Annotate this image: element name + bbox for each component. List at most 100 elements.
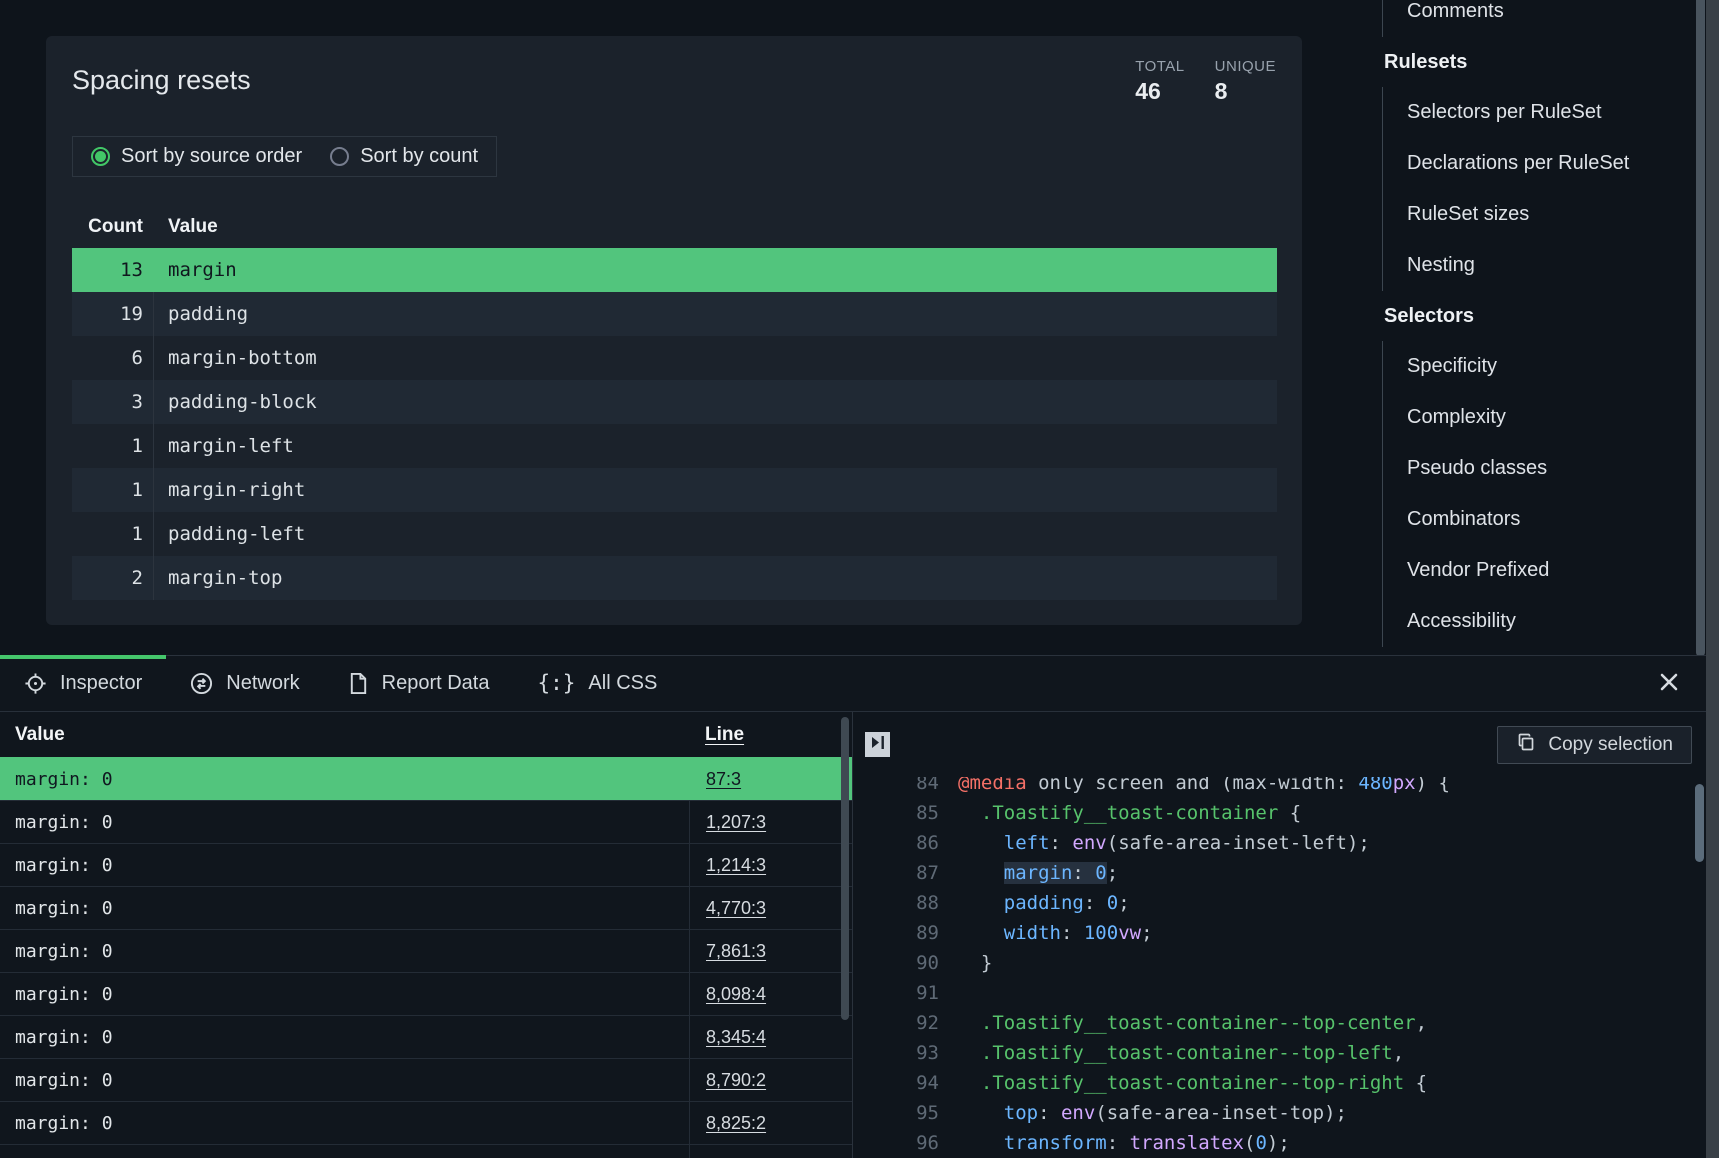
tab-report-data[interactable]: Report Data — [324, 656, 514, 711]
close-panel-button[interactable] — [1654, 669, 1684, 699]
sidebar-section-header-selectors[interactable]: Selectors — [1360, 291, 1695, 341]
sidebar-item-vendor-prefixed[interactable]: Vendor Prefixed — [1383, 545, 1695, 596]
line-number: 84 — [853, 777, 939, 798]
inspector-table-scrollbar[interactable] — [841, 717, 849, 1020]
code-token: : — [1038, 1102, 1061, 1124]
spacing-count-cell: 1 — [72, 479, 143, 501]
line-number: 91 — [853, 978, 939, 1008]
line-number: 90 — [853, 948, 939, 978]
sidebar-item-group: Selectors per RuleSetDeclarations per Ru… — [1382, 87, 1695, 291]
inspector-row[interactable]: margin: 08,098:4 — [0, 972, 852, 1015]
sidebar-item-pseudo-classes[interactable]: Pseudo classes — [1383, 443, 1695, 494]
spacing-value-cell: padding-block — [153, 380, 1277, 424]
code-token: ); — [1267, 1132, 1290, 1154]
tab-inspector[interactable]: Inspector — [0, 656, 166, 711]
inspector-line-column-header[interactable]: Line — [705, 724, 744, 746]
sidebar-group: Comments — [1360, 0, 1695, 37]
inspector-value-cell: margin: 0 — [0, 758, 689, 800]
spacing-count-cell: 19 — [72, 303, 143, 325]
code-token: (safe-area-inset-left); — [1107, 832, 1370, 854]
code-line-96: 96 transform: translatex(0); — [853, 1128, 1706, 1158]
line-number: 92 — [853, 1008, 939, 1038]
spacing-row-margin-left[interactable]: 1margin-left — [72, 424, 1277, 468]
sidebar-scrollbar[interactable] — [1696, 0, 1705, 657]
line-link[interactable]: 1,207:3 — [706, 812, 766, 833]
inspector-row[interactable]: margin: 01,207:3 — [0, 800, 852, 843]
code-token: left — [1004, 832, 1050, 854]
line-link[interactable]: 8,098:4 — [706, 984, 766, 1005]
inspector-row[interactable]: margin: 0 4,770:3 — [0, 886, 852, 929]
code-token: : — [1050, 832, 1073, 854]
stat-total: TOTAL 46 — [1135, 58, 1184, 105]
code-token: ( — [1244, 1132, 1255, 1154]
sidebar-section-header-rulesets[interactable]: Rulesets — [1360, 37, 1695, 87]
card-stats: TOTAL 46 UNIQUE 8 — [1135, 58, 1276, 105]
inspector-row[interactable]: margin: 07,861:3 — [0, 929, 852, 972]
copy-selection-button[interactable]: Copy selection — [1497, 726, 1692, 764]
stat-unique: UNIQUE 8 — [1215, 58, 1276, 105]
sidebar-item-accessibility[interactable]: Accessibility — [1383, 596, 1695, 647]
inspector-row[interactable]: margin: 08,825:2 — [0, 1101, 852, 1144]
spacing-row-padding[interactable]: 19padding — [72, 292, 1277, 336]
inspector-line-cell — [689, 1145, 852, 1158]
sort-by-count-radio[interactable]: Sort by count — [330, 145, 478, 168]
code-token: transform — [1004, 1132, 1107, 1154]
code-scrollbar[interactable] — [1695, 784, 1704, 862]
spacing-row-margin[interactable]: 13margin — [72, 248, 1277, 292]
code-token: { — [1404, 1072, 1427, 1094]
spacing-count-cell: 2 — [72, 567, 143, 589]
code-token: (safe-area-inset-top); — [1095, 1102, 1347, 1124]
sidebar-item-complexity[interactable]: Complexity — [1383, 392, 1695, 443]
code-token: : — [1107, 1132, 1130, 1154]
spacing-value-cell: margin-bottom — [153, 336, 1277, 380]
sidebar-item-comments[interactable]: Comments — [1383, 0, 1695, 37]
line-link[interactable]: 7,861:3 — [706, 941, 766, 962]
inspector-row[interactable]: margin: 08,790:2 — [0, 1058, 852, 1101]
code-token: : — [1072, 862, 1095, 884]
code-token: .Toastify__toast-container--top-left — [981, 1042, 1393, 1064]
code-token — [958, 832, 1004, 854]
code-viewer: Copy selection 84@media only screen and … — [853, 712, 1706, 1158]
tab-network[interactable]: Network — [166, 656, 323, 711]
inspector-line-cell: 87:3 — [689, 758, 852, 800]
code-token — [958, 1012, 981, 1034]
line-link[interactable]: 8,790:2 — [706, 1070, 766, 1091]
code-token — [958, 862, 1004, 884]
transfer-icon — [190, 672, 213, 695]
line-link[interactable]: 8,825:2 — [706, 1113, 766, 1134]
window-scrollbar[interactable] — [1706, 0, 1719, 1158]
spacing-row-margin-bottom[interactable]: 6margin-bottom — [72, 336, 1277, 380]
spacing-row-padding-block[interactable]: 3padding-block — [72, 380, 1277, 424]
expand-panel-button[interactable] — [865, 732, 890, 757]
sort-by-source-order-radio[interactable]: Sort by source order — [91, 145, 302, 168]
spacing-row-margin-right[interactable]: 1margin-right — [72, 468, 1277, 512]
tab-all-css[interactable]: {:}All CSS — [513, 656, 681, 711]
line-number: 87 — [853, 858, 939, 888]
sidebar-item-combinators[interactable]: Combinators — [1383, 494, 1695, 545]
code-token: padding — [1004, 892, 1084, 914]
sort-by-source-order-label: Sort by source order — [121, 145, 302, 168]
sidebar-item-ruleset-sizes[interactable]: RuleSet sizes — [1383, 189, 1695, 240]
sidebar-item-selectors-per-ruleset[interactable]: Selectors per RuleSet — [1383, 87, 1695, 138]
code-text: .Toastify__toast-container--top-right { — [958, 1068, 1427, 1098]
tab-label-inspector: Inspector — [60, 672, 142, 695]
inspector-row[interactable]: margin: 08,345:4 — [0, 1015, 852, 1058]
sidebar-item-nesting[interactable]: Nesting — [1383, 240, 1695, 291]
code-area: 84@media only screen and (max-width: 480… — [853, 777, 1706, 1158]
spacing-row-padding-left[interactable]: 1padding-left — [72, 512, 1277, 556]
line-link[interactable]: 8,345:4 — [706, 1027, 766, 1048]
inspector-line-cell: 8,345:4 — [689, 1016, 852, 1058]
code-token: width — [1004, 922, 1061, 944]
line-link[interactable]: 1,214:3 — [706, 855, 766, 876]
inspector-row[interactable]: margin: 0 87:3 — [0, 757, 852, 800]
sidebar-item-declarations-per-ruleset[interactable]: Declarations per RuleSet — [1383, 138, 1695, 189]
line-link[interactable]: 87:3 — [706, 769, 741, 790]
spacing-row-margin-top[interactable]: 2margin-top — [72, 556, 1277, 600]
inspector-line-cell: 8,825:2 — [689, 1102, 852, 1144]
inspector-row[interactable]: margin: 01,214:3 — [0, 843, 852, 886]
inspector-value-cell: margin: 0 — [0, 887, 689, 929]
line-link[interactable]: 4,770:3 — [706, 898, 766, 919]
sidebar-item-specificity[interactable]: Specificity — [1383, 341, 1695, 392]
code-token: ; — [1118, 892, 1129, 914]
code-token — [958, 1072, 981, 1094]
